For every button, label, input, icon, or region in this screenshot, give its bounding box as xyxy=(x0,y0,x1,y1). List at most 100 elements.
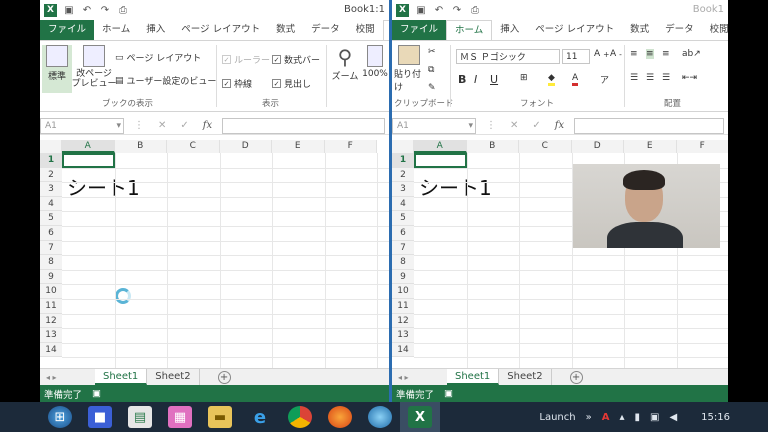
taskbar-app-9[interactable] xyxy=(360,402,400,432)
macro-record-icon[interactable]: ▣ xyxy=(444,388,453,399)
paste-button[interactable]: 貼り付け xyxy=(394,45,424,93)
row-header-12[interactable]: 12 xyxy=(40,313,62,329)
column-header-e[interactable]: E xyxy=(272,140,325,153)
taskbar-app-3[interactable]: ▦ xyxy=(160,402,200,432)
row-header-8[interactable]: 8 xyxy=(392,255,414,270)
row-header-6[interactable]: 6 xyxy=(40,226,62,241)
sheet-nav-arrows[interactable]: ◂ ▸ xyxy=(392,373,447,382)
grow-font-icon[interactable]: A + xyxy=(594,49,609,59)
cut-icon[interactable]: ✂ xyxy=(428,47,436,57)
row-header-2[interactable]: 2 xyxy=(40,167,62,183)
tab-insert[interactable]: 挿入 xyxy=(492,20,527,40)
fill-color-icon[interactable]: ◆ xyxy=(548,73,555,86)
cancel-icon[interactable]: ✕ xyxy=(510,120,518,131)
phonetic-icon[interactable]: ア xyxy=(600,73,609,86)
tab-formulas[interactable]: 数式 xyxy=(622,20,657,40)
tab-file[interactable]: ファイル xyxy=(40,20,95,40)
row-header-13[interactable]: 13 xyxy=(392,328,414,343)
print-preview-icon[interactable]: ⎙ xyxy=(469,4,481,16)
page-break-preview-button[interactable]: 改ページ プレビュー xyxy=(72,45,117,93)
row-header-13[interactable]: 13 xyxy=(40,328,62,343)
macro-record-icon[interactable]: ▣ xyxy=(92,388,101,399)
tab-review[interactable]: 校閲 xyxy=(702,20,728,40)
align-left-icon[interactable]: ☰ xyxy=(630,73,638,83)
row-header-7[interactable]: 7 xyxy=(392,240,414,256)
sheet-nav-arrows[interactable]: ◂ ▸ xyxy=(40,373,95,382)
headings-checkbox[interactable]: ✓ 見出し xyxy=(272,77,311,90)
undo-icon[interactable]: ↶ xyxy=(433,4,445,16)
row-header-2[interactable]: 2 xyxy=(392,167,414,183)
align-right-icon[interactable]: ☰ xyxy=(662,73,670,83)
active-cell-a1[interactable] xyxy=(414,153,467,168)
active-cell-a1[interactable] xyxy=(62,153,115,168)
format-painter-icon[interactable]: ✎ xyxy=(428,83,436,93)
row-header-3[interactable]: 3 xyxy=(392,182,414,197)
battery-icon[interactable]: ▮ xyxy=(635,412,641,423)
custom-views-button[interactable]: ▤ ユーザー設定のビュー xyxy=(115,74,216,88)
formula-bar-checkbox[interactable]: ✓ 数式バー xyxy=(272,53,320,66)
formula-input[interactable] xyxy=(222,117,385,134)
sheet-tab-sheet1[interactable]: Sheet1 xyxy=(95,369,148,385)
taskbar-app-1[interactable]: ■ xyxy=(80,402,120,432)
save-icon[interactable]: ▣ xyxy=(63,4,75,16)
tab-home[interactable]: ホーム xyxy=(94,20,138,40)
bold-button[interactable]: B xyxy=(458,73,466,86)
formula-input[interactable] xyxy=(574,117,724,134)
row-header-4[interactable]: 4 xyxy=(40,196,62,212)
tray-up-arrow-icon[interactable]: ▴ xyxy=(619,412,624,423)
column-header-f[interactable]: F xyxy=(324,140,377,153)
row-header-4[interactable]: 4 xyxy=(392,196,414,212)
row-header-10[interactable]: 10 xyxy=(40,284,62,299)
orientation-icon[interactable]: ab↗ xyxy=(682,49,701,59)
align-middle-icon[interactable]: ≡ xyxy=(646,49,654,59)
taskbar-chrome[interactable] xyxy=(280,402,320,432)
column-header-d[interactable]: D xyxy=(219,140,272,153)
excel-app-icon[interactable]: X xyxy=(396,3,409,17)
excel-app-icon[interactable]: X xyxy=(44,3,57,17)
taskbar-excel[interactable]: X xyxy=(400,402,440,432)
row-header-11[interactable]: 11 xyxy=(392,299,414,314)
taskbar-explorer[interactable]: ▬ xyxy=(200,402,240,432)
gridlines-checkbox[interactable]: ✓ 枠線 xyxy=(222,77,252,90)
cancel-icon[interactable]: ✕ xyxy=(158,120,166,131)
column-header-b[interactable]: B xyxy=(466,140,519,153)
row-header-12[interactable]: 12 xyxy=(392,313,414,329)
column-header-c[interactable]: C xyxy=(167,140,220,153)
insert-function-icon[interactable]: fx xyxy=(555,120,564,131)
row-header-14[interactable]: 14 xyxy=(392,342,414,358)
name-box[interactable]: A1 xyxy=(40,117,124,134)
align-bottom-icon[interactable]: ≡ xyxy=(662,49,670,59)
font-name-select[interactable]: ＭＳ Ｐゴシック xyxy=(456,49,560,64)
sheet-tab-sheet2[interactable]: Sheet2 xyxy=(147,369,200,385)
taskbar-app-2[interactable]: ▤ xyxy=(120,402,160,432)
font-color-icon[interactable]: A xyxy=(572,73,579,86)
align-top-icon[interactable]: ≡ xyxy=(630,49,638,59)
enter-icon[interactable]: ✓ xyxy=(180,120,188,131)
add-sheet-icon[interactable]: + xyxy=(217,370,231,384)
row-header-9[interactable]: 9 xyxy=(392,269,414,285)
print-preview-icon[interactable]: ⎙ xyxy=(117,4,129,16)
page-layout-view-button[interactable]: ▭ ページ レイアウト xyxy=(115,51,201,65)
tab-insert[interactable]: 挿入 xyxy=(138,20,173,40)
clock[interactable]: 15:16 xyxy=(701,412,730,423)
column-header-b[interactable]: B xyxy=(114,140,167,153)
row-header-7[interactable]: 7 xyxy=(40,240,62,256)
tab-formulas[interactable]: 数式 xyxy=(268,20,303,40)
column-header-e[interactable]: E xyxy=(624,140,677,153)
select-all-corner[interactable] xyxy=(40,140,62,153)
column-header-f[interactable]: F xyxy=(676,140,728,153)
sheet-tab-sheet1[interactable]: Sheet1 xyxy=(447,369,500,385)
normal-view-button[interactable]: 標準 xyxy=(42,45,72,93)
select-all-corner[interactable] xyxy=(392,140,414,153)
font-size-select[interactable]: 11 xyxy=(562,49,590,64)
align-center-icon[interactable]: ☰ xyxy=(646,73,654,83)
insert-function-icon[interactable]: fx xyxy=(203,120,212,131)
save-icon[interactable]: ▣ xyxy=(415,4,427,16)
row-header-5[interactable]: 5 xyxy=(392,211,414,226)
taskbar-firefox[interactable] xyxy=(320,402,360,432)
column-header-a[interactable]: A xyxy=(414,140,467,153)
underline-button[interactable]: U xyxy=(490,73,498,86)
zoom-button[interactable]: ⚲ ズーム xyxy=(330,45,360,93)
undo-icon[interactable]: ↶ xyxy=(81,4,93,16)
borders-icon[interactable]: ⊞ xyxy=(520,73,528,83)
